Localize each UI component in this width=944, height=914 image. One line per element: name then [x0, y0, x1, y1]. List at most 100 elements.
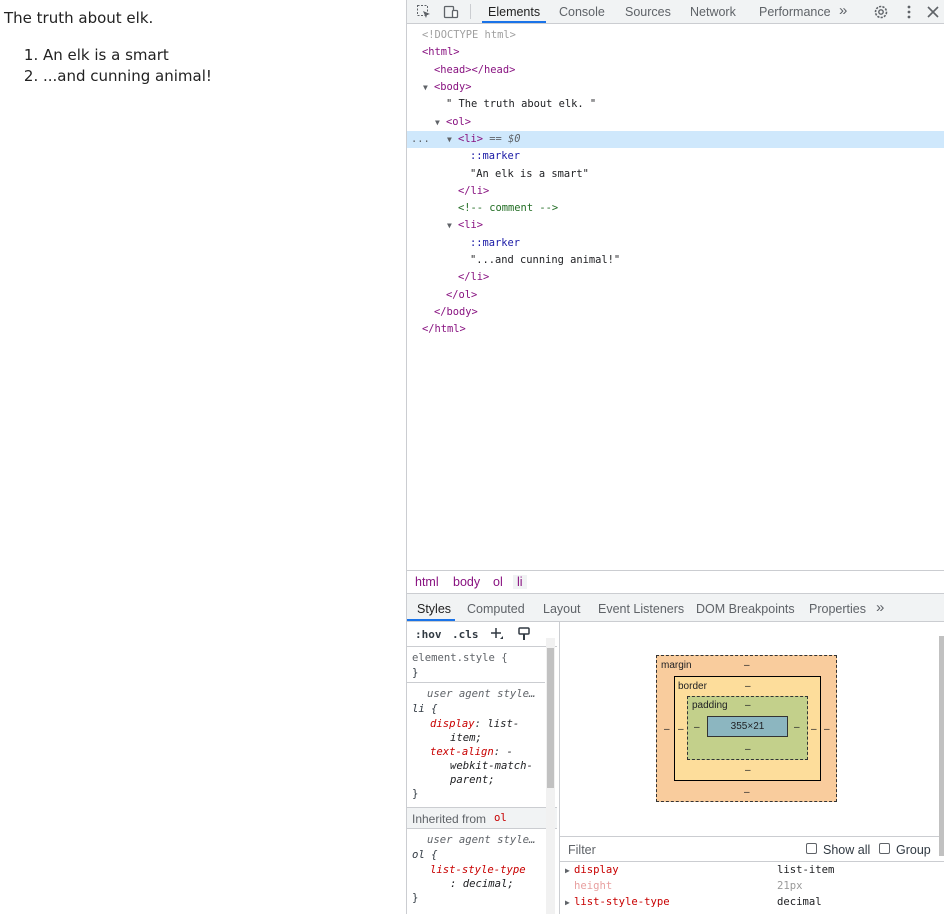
dom-node[interactable]: "...and cunning animal!" — [407, 252, 944, 269]
style-declaration[interactable]: text-align: - — [430, 746, 513, 758]
tab-performance[interactable]: Performance — [759, 0, 831, 23]
tab-styles[interactable]: Styles — [417, 602, 451, 616]
close-icon[interactable] — [924, 3, 942, 21]
text-node: "...and cunning animal!" — [470, 254, 621, 266]
tab-event-listeners[interactable]: Event Listeners — [598, 602, 684, 616]
computed-property-row[interactable]: ▶ display list-item — [560, 864, 930, 880]
tab-properties[interactable]: Properties — [809, 602, 866, 616]
expand-triangle-icon[interactable]: ▶ — [565, 866, 570, 875]
dom-node[interactable]: ▼ <ol> — [407, 114, 944, 131]
box-model-padding[interactable]: padding – – – – 355×21 — [687, 696, 808, 760]
more-subtabs-button[interactable]: » — [876, 599, 884, 616]
tag-text: </li> — [458, 271, 490, 283]
margin-top-value[interactable]: – — [744, 660, 750, 671]
show-all-label: Show all — [823, 843, 871, 857]
tag-text: <html> — [422, 46, 460, 58]
styles-scrollbar[interactable] — [546, 638, 555, 914]
tab-layout[interactable]: Layout — [543, 602, 581, 616]
box-model-content[interactable]: 355×21 — [707, 716, 788, 737]
style-declaration[interactable]: display: list- — [430, 718, 519, 730]
rule-brace: } — [412, 788, 419, 800]
box-model-border[interactable]: border – – – – padding – – – – 355×21 — [674, 676, 821, 781]
border-bottom-value[interactable]: – — [745, 765, 751, 776]
border-top-value[interactable]: – — [745, 681, 751, 692]
dom-node[interactable]: </li> — [407, 183, 944, 200]
group-checkbox[interactable] — [879, 843, 890, 854]
property-name[interactable]: list-style-type — [430, 864, 526, 876]
computed-property-row[interactable]: ▶ list-style-type decimal — [560, 896, 930, 912]
computed-property-value: decimal — [777, 896, 822, 908]
dom-node[interactable]: </html> — [407, 321, 944, 338]
margin-left-value[interactable]: – — [664, 724, 670, 735]
expand-triangle-icon[interactable]: ▼ — [423, 79, 428, 96]
padding-top-value[interactable]: – — [745, 700, 751, 711]
page-list: An elk is a smart ...and cunning animal! — [0, 45, 212, 87]
dom-node[interactable]: </li> — [407, 269, 944, 286]
inspect-element-icon[interactable] — [415, 3, 433, 21]
breadcrumb-li[interactable]: li — [513, 575, 527, 589]
dom-node[interactable]: <html> — [407, 44, 944, 61]
border-left-value[interactable]: – — [678, 724, 684, 735]
tab-network[interactable]: Network — [690, 0, 736, 23]
expand-triangle-icon[interactable]: ▶ — [565, 898, 570, 907]
breadcrumb-ol[interactable]: ol — [493, 575, 503, 589]
more-tabs-button[interactable]: » — [839, 0, 847, 23]
styles-pane: :hov .cls element.style { } user agent s… — [407, 622, 557, 914]
scrollbar-thumb[interactable] — [547, 648, 554, 788]
tab-dom-breakpoints[interactable]: DOM Breakpoints — [696, 602, 795, 616]
padding-left-value[interactable]: – — [694, 722, 700, 733]
expand-triangle-icon[interactable]: ▼ — [447, 131, 452, 148]
selector-text: ol { — [412, 849, 438, 861]
filter-input[interactable]: Filter — [568, 843, 596, 857]
dom-node[interactable]: " The truth about elk. " — [407, 96, 944, 113]
dom-node[interactable]: ▼ <li> — [407, 217, 944, 234]
hov-button[interactable]: :hov — [415, 628, 442, 641]
expand-triangle-icon[interactable]: ▼ — [435, 114, 440, 131]
breadcrumb-html[interactable]: html — [415, 575, 439, 589]
dom-node[interactable]: <head></head> — [407, 62, 944, 79]
settings-icon[interactable] — [872, 3, 890, 21]
dom-node[interactable]: ▼ <body> — [407, 79, 944, 96]
paint-brush-icon[interactable] — [515, 625, 533, 643]
show-all-checkbox[interactable] — [806, 843, 817, 854]
computed-property-row[interactable]: height 21px — [560, 880, 930, 896]
element-style-rule[interactable]: element.style { — [412, 652, 508, 664]
box-model-margin[interactable]: margin – – – – border – – – – padding – … — [656, 655, 837, 802]
scrollbar-thumb[interactable] — [939, 636, 944, 856]
tab-computed[interactable]: Computed — [467, 602, 525, 616]
device-toolbar-icon[interactable] — [442, 3, 460, 21]
dom-node[interactable]: </ol> — [407, 287, 944, 304]
doctype-text: <!DOCTYPE html> — [422, 29, 516, 41]
tag-text: </ol> — [446, 289, 478, 301]
tab-elements[interactable]: Elements — [482, 0, 547, 23]
margin-bottom-value[interactable]: – — [744, 787, 750, 798]
computed-scrollbar[interactable] — [939, 626, 944, 914]
breadcrumb: html body ol li — [407, 570, 944, 594]
cls-button[interactable]: .cls — [452, 628, 479, 641]
dom-node[interactable]: ::marker — [407, 148, 944, 165]
dom-node[interactable]: <!DOCTYPE html> — [407, 27, 944, 44]
more-options-icon[interactable] — [900, 3, 918, 21]
inherited-from-link[interactable]: ol — [494, 812, 507, 824]
expand-triangle-icon[interactable]: ▼ — [447, 217, 452, 234]
tab-console[interactable]: Console — [559, 0, 605, 23]
padding-bottom-value[interactable]: – — [745, 744, 751, 755]
dom-node[interactable]: "An elk is a smart" — [407, 166, 944, 183]
tag-text: </li> — [458, 185, 490, 197]
active-tab-underline — [407, 619, 455, 621]
padding-right-value[interactable]: – — [794, 722, 800, 733]
breadcrumb-body[interactable]: body — [453, 575, 480, 589]
computed-property-value: 21px — [777, 880, 803, 892]
dom-node[interactable]: ::marker — [407, 235, 944, 252]
selector-text: element.style { — [412, 652, 508, 664]
border-right-value[interactable]: – — [811, 724, 817, 735]
dom-node-selected[interactable]: ... ▼ <li> == $0 — [407, 131, 944, 148]
gutter-dots[interactable]: ... — [411, 131, 430, 148]
margin-right-value[interactable]: – — [824, 724, 830, 735]
new-rule-icon[interactable] — [488, 625, 506, 643]
group-label: Group — [896, 843, 931, 857]
dom-tree: <!DOCTYPE html> <html> <head></head> ▼ <b… — [407, 24, 944, 570]
dom-node[interactable]: <!-- comment --> — [407, 200, 944, 217]
tab-sources[interactable]: Sources — [625, 0, 671, 23]
dom-node[interactable]: </body> — [407, 304, 944, 321]
